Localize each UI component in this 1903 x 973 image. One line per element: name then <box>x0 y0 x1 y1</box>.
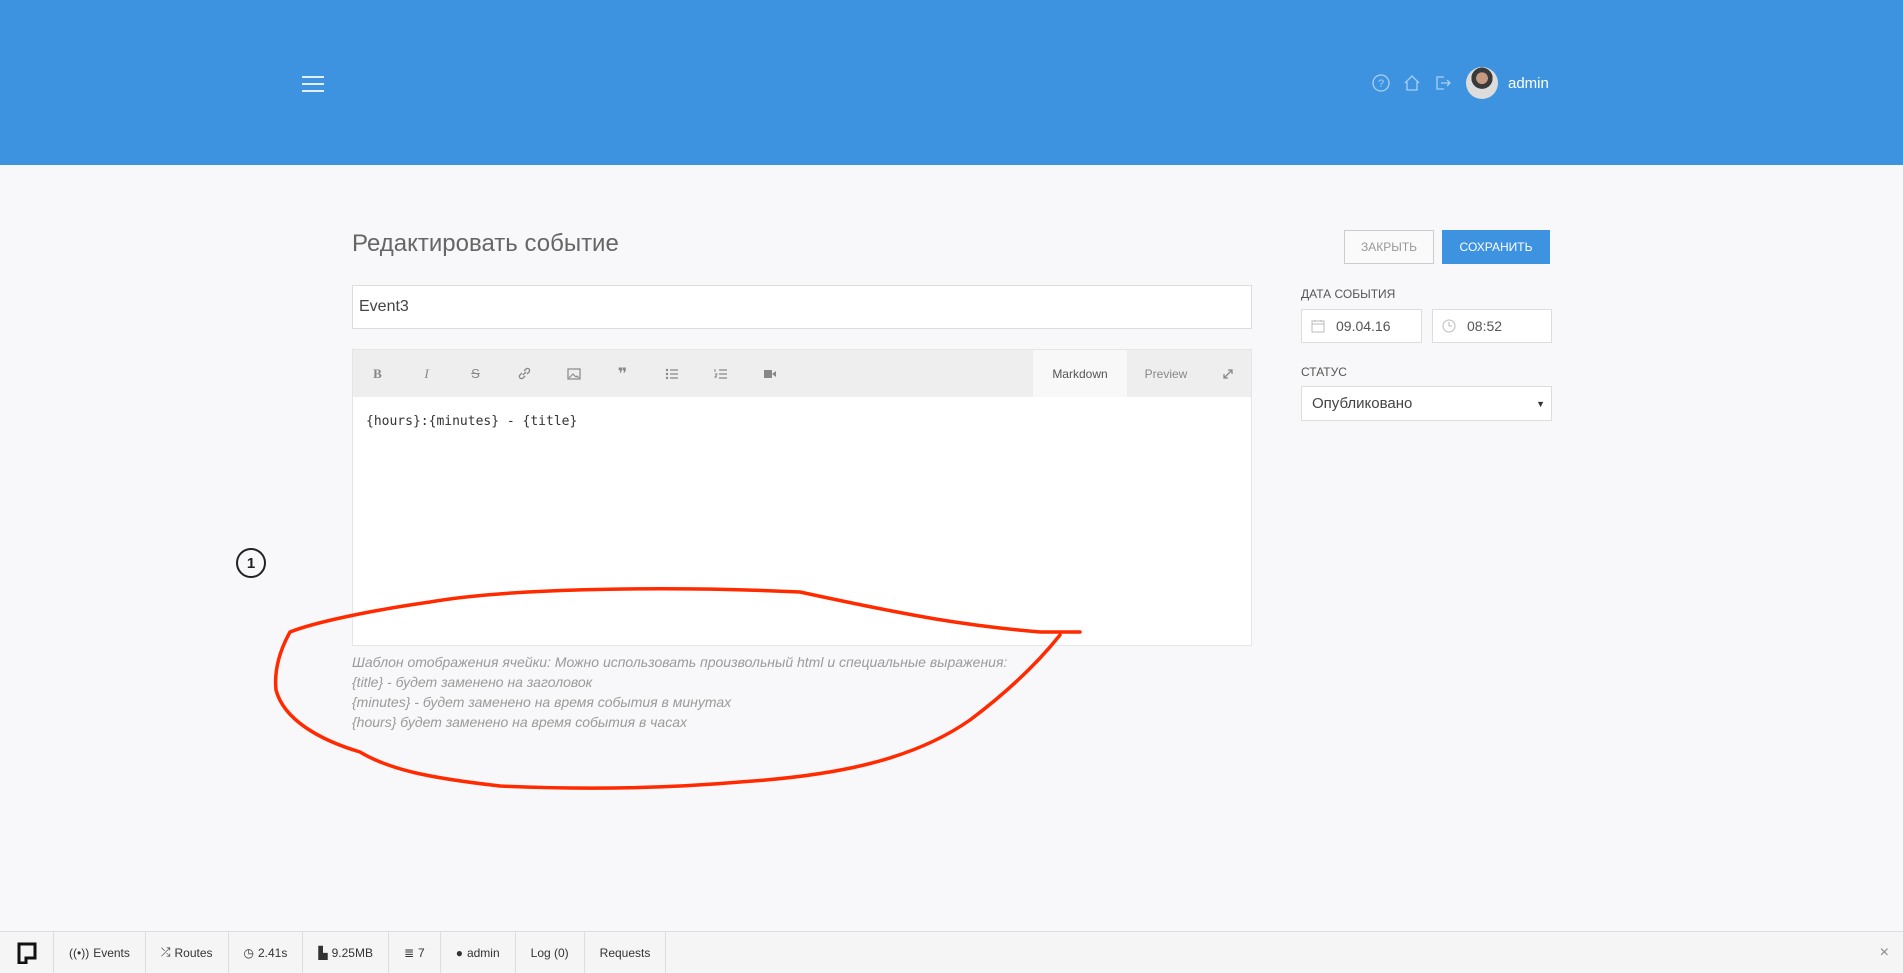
date-label: Дата события <box>1301 287 1396 301</box>
debugbar-requests[interactable]: Requests <box>585 931 667 973</box>
editor-toolbar: B I S ❞ Markdown Preview <box>353 350 1251 397</box>
clock-icon <box>1441 318 1457 334</box>
ordered-list-icon[interactable] <box>696 350 745 397</box>
username[interactable]: admin <box>1508 75 1549 92</box>
header-user-area: ? admin <box>1370 66 1549 100</box>
annotation-circle <box>273 587 1082 790</box>
debugbar-item-label: Log (0) <box>530 945 569 960</box>
logout-icon[interactable] <box>1432 72 1454 94</box>
tab-markdown[interactable]: Markdown <box>1033 350 1127 397</box>
home-icon[interactable] <box>1401 72 1423 94</box>
debugbar-item-label: admin <box>466 945 500 960</box>
help-icon[interactable]: ? <box>1370 72 1392 94</box>
image-icon[interactable] <box>549 350 598 397</box>
unordered-list-icon[interactable] <box>647 350 696 397</box>
chart-icon: ▙ <box>318 945 328 960</box>
debugbar-logo-icon[interactable] <box>0 931 54 973</box>
close-icon[interactable]: × <box>1880 944 1889 962</box>
debug-bar: ((•)) Events ⤮ Routes ◷ 2.41s ▙ 9.25MB ≣ 7 ● a… <box>0 931 1903 973</box>
video-icon[interactable] <box>745 350 794 397</box>
italic-icon[interactable]: I <box>402 350 451 397</box>
debugbar-item-label: 2.41s <box>258 945 288 960</box>
close-button[interactable]: Закрыть <box>1344 230 1434 264</box>
debugbar-item-label: Routes <box>174 945 213 960</box>
user-icon: ● <box>455 945 463 960</box>
hamburger-menu-icon[interactable] <box>302 76 324 92</box>
avatar[interactable] <box>1466 67 1498 99</box>
page-title: Редактировать событие <box>352 230 619 257</box>
clock-icon: ◷ <box>243 945 254 960</box>
annotation-number: 1 <box>236 548 266 578</box>
database-icon: ≣ <box>403 945 415 960</box>
debugbar-item-label: 9.25MB <box>331 945 373 960</box>
status-select[interactable]: Опубликовано ▼ <box>1301 386 1552 421</box>
debugbar-memory[interactable]: ▙ 9.25MB <box>303 931 389 973</box>
bold-icon[interactable]: B <box>353 350 402 397</box>
editor-content[interactable]: {hours}:{minutes} - {title} <box>353 397 1251 446</box>
calendar-icon <box>1310 318 1326 334</box>
debugbar-queries[interactable]: ≣ 7 <box>389 931 441 973</box>
strikethrough-icon[interactable]: S <box>451 350 500 397</box>
top-header: ? admin <box>0 0 1903 165</box>
debugbar-time[interactable]: ◷ 2.41s <box>229 931 304 973</box>
date-value: 09.04.16 <box>1336 318 1391 334</box>
time-field[interactable]: 08:52 <box>1432 309 1552 343</box>
debugbar-item-label: Requests <box>599 945 651 960</box>
debugbar-item-label: Events <box>93 945 130 960</box>
status-label: Статус <box>1301 365 1347 379</box>
broadcast-icon: ((•)) <box>69 945 90 960</box>
fullscreen-icon[interactable] <box>1205 350 1251 397</box>
debugbar-routes[interactable]: ⤮ Routes <box>146 931 229 973</box>
link-icon[interactable] <box>500 350 549 397</box>
shuffle-icon: ⤮ <box>160 945 171 959</box>
debugbar-item-label: 7 <box>418 945 425 960</box>
debugbar-log[interactable]: Log (0) <box>516 931 585 973</box>
debugbar-user[interactable]: ● admin <box>441 931 516 973</box>
status-value: Опубликовано <box>1312 395 1413 412</box>
svg-text:?: ? <box>1378 78 1384 90</box>
quote-icon[interactable]: ❞ <box>598 350 647 397</box>
chevron-down-icon: ▼ <box>1536 399 1545 409</box>
save-button[interactable]: Сохранить <box>1442 230 1550 264</box>
date-field[interactable]: 09.04.16 <box>1301 309 1422 343</box>
event-title-input[interactable] <box>352 285 1252 329</box>
time-value: 08:52 <box>1467 318 1503 334</box>
tab-preview[interactable]: Preview <box>1127 350 1205 397</box>
debugbar-events[interactable]: ((•)) Events <box>54 931 146 973</box>
